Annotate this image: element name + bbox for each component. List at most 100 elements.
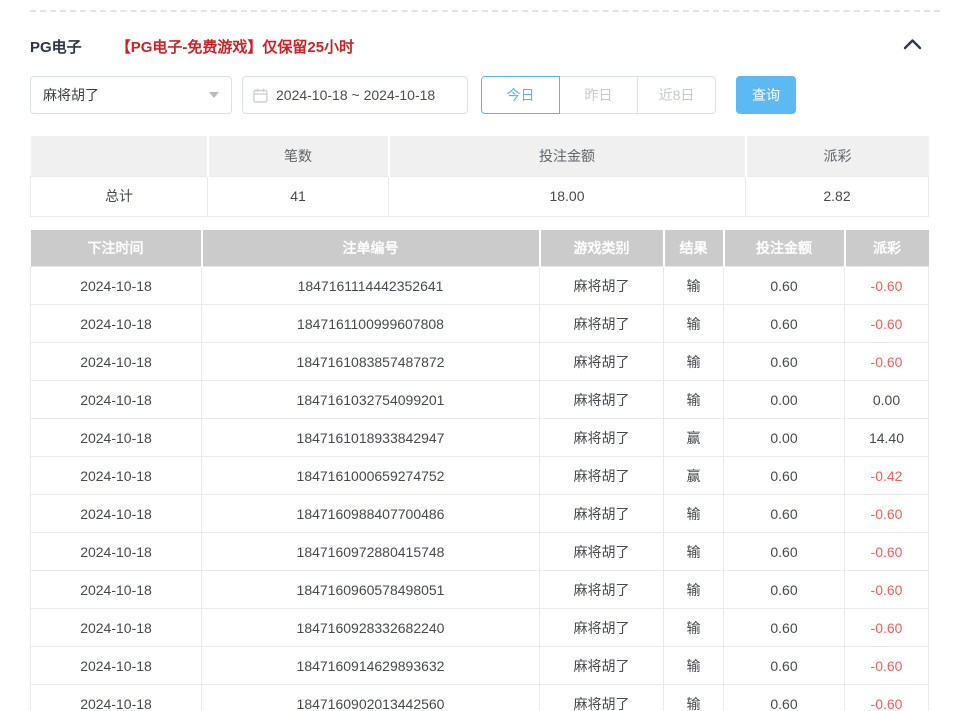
bet-id: 1847160960578498051 xyxy=(202,571,540,609)
chevron-down-icon xyxy=(209,92,219,98)
last-8-days-button[interactable]: 近8日 xyxy=(637,76,716,114)
game-select[interactable]: 麻将胡了 xyxy=(30,76,232,114)
bet-payout: -0.60 xyxy=(845,267,929,305)
today-button[interactable]: 今日 xyxy=(481,76,560,114)
bet-id: 1847160972880415748 xyxy=(202,533,540,571)
table-row: 2024-10-18 1847161000659274752 麻将胡了 赢 0.… xyxy=(31,457,929,495)
bet-game: 麻将胡了 xyxy=(540,305,664,343)
summary-total-count: 41 xyxy=(208,176,389,216)
table-row: 2024-10-18 1847160988407700486 麻将胡了 输 0.… xyxy=(31,495,929,533)
bets-header-amount: 投注金额 xyxy=(724,230,845,267)
bets-header-row: 下注时间 注单编号 游戏类别 结果 投注金额 派彩 xyxy=(31,230,929,267)
collapse-button[interactable] xyxy=(903,37,922,55)
calendar-icon xyxy=(253,88,268,103)
bet-id: 1847161114442352641 xyxy=(202,267,540,305)
bet-result: 输 xyxy=(664,305,724,343)
bet-date: 2024-10-18 xyxy=(31,571,202,609)
bet-game: 麻将胡了 xyxy=(540,533,664,571)
bet-amount: 0.60 xyxy=(724,647,845,685)
bet-game: 麻将胡了 xyxy=(540,647,664,685)
bet-id: 1847161032754099201 xyxy=(202,381,540,419)
game-select-value: 麻将胡了 xyxy=(43,85,99,105)
bet-amount: 0.60 xyxy=(724,533,845,571)
bet-id: 1847160928332682240 xyxy=(202,609,540,647)
bets-table: 下注时间 注单编号 游戏类别 结果 投注金额 派彩 2024-10-18 184… xyxy=(30,230,929,711)
bet-id: 1847160902013442560 xyxy=(202,685,540,711)
summary-total-label: 总计 xyxy=(31,176,208,216)
chevron-up-icon xyxy=(903,37,922,55)
bet-date: 2024-10-18 xyxy=(31,457,202,495)
bet-id: 1847161100999607808 xyxy=(202,305,540,343)
summary-table: 笔数 投注金额 派彩 总计 41 18.00 2.82 xyxy=(30,136,929,217)
bet-result: 赢 xyxy=(664,419,724,457)
bet-amount: 0.00 xyxy=(724,419,845,457)
bet-date: 2024-10-18 xyxy=(31,533,202,571)
date-range-input[interactable]: 2024-10-18 ~ 2024-10-18 xyxy=(242,76,468,114)
date-range-value: 2024-10-18 ~ 2024-10-18 xyxy=(276,87,435,103)
bet-id: 1847161018933842947 xyxy=(202,419,540,457)
bet-result: 输 xyxy=(664,495,724,533)
bet-game: 麻将胡了 xyxy=(540,419,664,457)
summary-header-payout: 派彩 xyxy=(746,136,929,176)
bet-amount: 0.60 xyxy=(724,343,845,381)
table-row: 2024-10-18 1847161032754099201 麻将胡了 输 0.… xyxy=(31,381,929,419)
bet-result: 输 xyxy=(664,685,724,711)
bet-game: 麻将胡了 xyxy=(540,267,664,305)
bet-payout: -0.60 xyxy=(845,343,929,381)
table-row: 2024-10-18 1847160928332682240 麻将胡了 输 0.… xyxy=(31,609,929,647)
retention-notice: 【PG电子-免费游戏】仅保留25小时 xyxy=(116,36,354,57)
table-row: 2024-10-18 1847160972880415748 麻将胡了 输 0.… xyxy=(31,533,929,571)
bets-header-result: 结果 xyxy=(664,230,724,267)
search-button[interactable]: 查询 xyxy=(736,76,796,114)
table-row: 2024-10-18 1847160960578498051 麻将胡了 输 0.… xyxy=(31,571,929,609)
filter-controls: 麻将胡了 2024-10-18 ~ 2024-10-18 今日 昨日 近8日 查… xyxy=(30,76,940,114)
bet-date: 2024-10-18 xyxy=(31,381,202,419)
bet-payout: -0.60 xyxy=(845,647,929,685)
bet-amount: 0.60 xyxy=(724,609,845,647)
bet-id: 1847161083857487872 xyxy=(202,343,540,381)
bet-id: 1847161000659274752 xyxy=(202,457,540,495)
yesterday-button[interactable]: 昨日 xyxy=(559,76,638,114)
bets-header-bet-id: 注单编号 xyxy=(202,230,540,267)
bet-amount: 0.60 xyxy=(724,495,845,533)
table-row: 2024-10-18 1847161083857487872 麻将胡了 输 0.… xyxy=(31,343,929,381)
betting-records-panel: PG电子 【PG电子-免费游戏】仅保留25小时 麻将胡了 2024-10-18 … xyxy=(0,10,958,711)
quick-date-button-group: 今日 昨日 近8日 xyxy=(481,76,716,114)
table-row: 2024-10-18 1847161100999607808 麻将胡了 输 0.… xyxy=(31,305,929,343)
bet-amount: 0.60 xyxy=(724,457,845,495)
bet-date: 2024-10-18 xyxy=(31,495,202,533)
bet-payout: -0.42 xyxy=(845,457,929,495)
bet-amount: 0.60 xyxy=(724,267,845,305)
table-row: 2024-10-18 1847161018933842947 麻将胡了 赢 0.… xyxy=(31,419,929,457)
bet-amount: 0.60 xyxy=(724,571,845,609)
summary-total-row: 总计 41 18.00 2.82 xyxy=(31,176,929,216)
bet-payout: -0.60 xyxy=(845,571,929,609)
bet-result: 输 xyxy=(664,647,724,685)
bet-id: 1847160914629893632 xyxy=(202,647,540,685)
bet-game: 麻将胡了 xyxy=(540,495,664,533)
bet-date: 2024-10-18 xyxy=(31,609,202,647)
bet-payout: 0.00 xyxy=(845,381,929,419)
section-title: PG电子 xyxy=(30,36,82,57)
table-row: 2024-10-18 1847160902013442560 麻将胡了 输 0.… xyxy=(31,685,929,711)
bet-game: 麻将胡了 xyxy=(540,457,664,495)
top-dashed-divider xyxy=(30,10,940,12)
section-header: PG电子 【PG电子-免费游戏】仅保留25小时 xyxy=(30,36,940,56)
bet-date: 2024-10-18 xyxy=(31,419,202,457)
bet-result: 输 xyxy=(664,381,724,419)
bet-result: 输 xyxy=(664,343,724,381)
summary-total-bet-amount: 18.00 xyxy=(389,176,746,216)
bet-payout: -0.60 xyxy=(845,685,929,711)
summary-header-bet-amount: 投注金额 xyxy=(389,136,746,176)
bet-payout: -0.60 xyxy=(845,495,929,533)
summary-total-payout: 2.82 xyxy=(746,176,929,216)
bet-amount: 0.00 xyxy=(724,381,845,419)
table-row: 2024-10-18 1847160914629893632 麻将胡了 输 0.… xyxy=(31,647,929,685)
bet-amount: 0.60 xyxy=(724,685,845,711)
bet-result: 输 xyxy=(664,267,724,305)
bet-payout: 14.40 xyxy=(845,419,929,457)
bet-result: 输 xyxy=(664,533,724,571)
bet-date: 2024-10-18 xyxy=(31,267,202,305)
bet-id: 1847160988407700486 xyxy=(202,495,540,533)
summary-header-empty xyxy=(31,136,208,176)
